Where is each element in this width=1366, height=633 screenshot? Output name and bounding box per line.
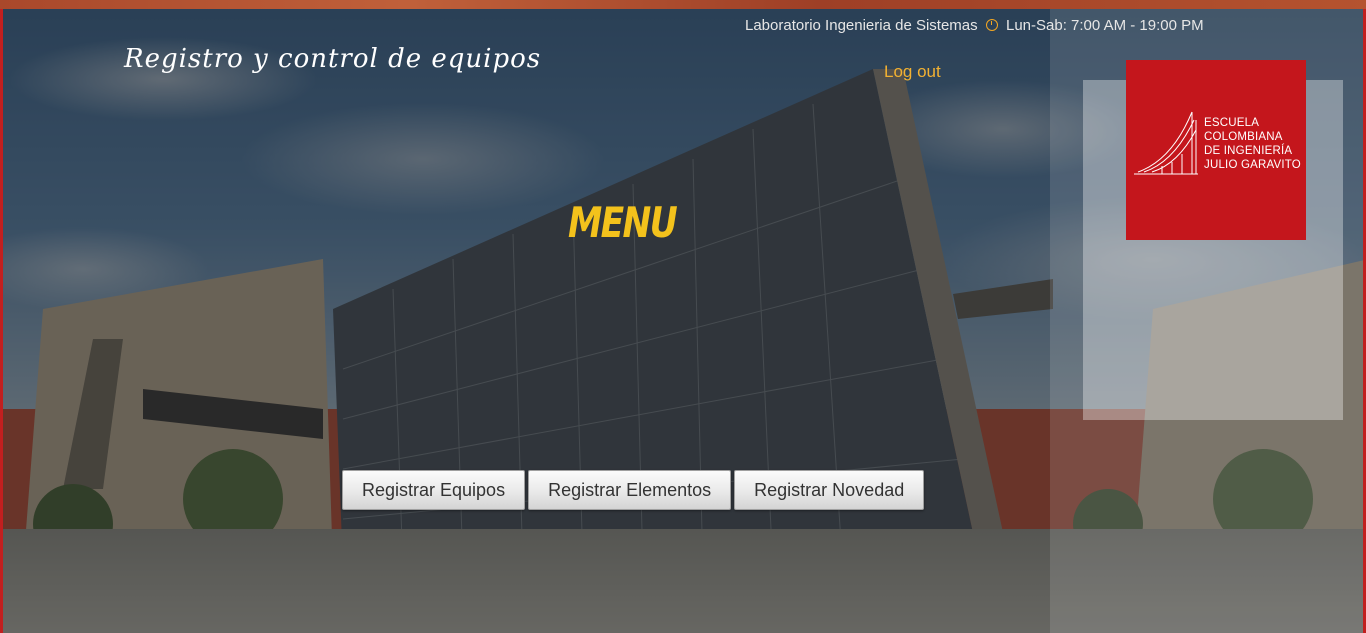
building-mark-icon [1134, 111, 1198, 175]
register-equipment-button[interactable]: Registrar Equipos [342, 470, 526, 510]
clock-icon [985, 19, 998, 31]
header-info: Laboratorio Ingenieria de Sistemas Lun-S… [745, 17, 1204, 34]
schedule-text: Lun-Sab: 7:00 AM - 19:00 PM [1005, 17, 1204, 34]
logo-text: ESCUELA COLOMBIANA DE INGENIERÍA JULIO G… [1204, 117, 1301, 171]
menu-title: MENU [568, 198, 678, 247]
university-logo: ESCUELA COLOMBIANA DE INGENIERÍA JULIO G… [1126, 60, 1306, 240]
top-strip [0, 0, 1366, 9]
logout-link[interactable]: Log out [884, 62, 941, 82]
site-title: Registro y control de equipos [124, 44, 542, 74]
menu-buttons: Registrar Equipos Registrar Elementos Re… [342, 470, 925, 510]
register-elements-button[interactable]: Registrar Elementos [528, 470, 732, 510]
lab-name: Laboratorio Ingenieria de Sistemas [745, 17, 978, 34]
register-incident-button[interactable]: Registrar Novedad [734, 470, 925, 510]
